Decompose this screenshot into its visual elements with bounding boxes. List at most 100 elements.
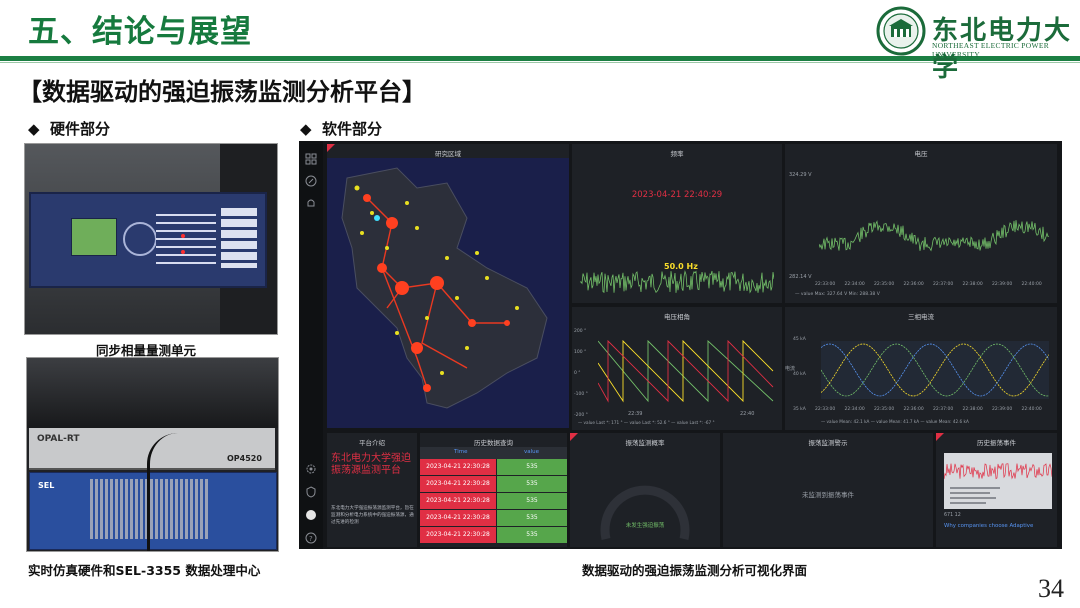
software-label: 软件部分 (322, 120, 383, 138)
cell-value: 535 (497, 493, 567, 509)
voltage-x-axis: 22:33:00 22:34:00 22:35:00 22:36:00 22:37:00… (815, 282, 1051, 290)
gauge-status-text: 未发生强迫振荡 (625, 523, 665, 529)
phase-angle-panel: 电压相角 200 ° 100 ° 0 ° -100 ° -200 ° 22:39 22:… (572, 307, 782, 430)
phase-x-tick: 22:40 (740, 411, 755, 417)
apps-icon[interactable] (305, 153, 317, 165)
axis-tick-label: 22:34:00 (844, 407, 865, 412)
event-link[interactable]: Why companies choose Adaptive (944, 523, 1033, 529)
event-thumbnail[interactable] (944, 453, 1052, 509)
axis-tick-label: 22:37:00 (933, 282, 954, 287)
axis-tick-label: 22:39:00 (992, 407, 1013, 412)
frequency-timestamp: 2023-04-21 22:40:29 (631, 190, 723, 200)
help-icon[interactable]: ? (305, 532, 317, 544)
pmu-led-red (181, 250, 185, 254)
voltage-y-top: 324.29 V (789, 172, 812, 178)
current-panel-title: 三相电流 (908, 313, 934, 321)
current-x-axis: 22:33:00 22:34:00 22:35:00 22:36:00 22:37:00… (815, 407, 1051, 415)
table-row[interactable]: 2023-04-21 22:30:28 535 (420, 527, 567, 544)
pmu-photo (24, 143, 278, 335)
svg-text:?: ? (309, 535, 313, 543)
axis-tick-label: 22:38:00 (962, 407, 983, 412)
compass-icon[interactable] (305, 175, 317, 187)
current-y-label: 电流 (785, 366, 796, 372)
history-panel-title: 历史数据查询 (474, 439, 513, 447)
bullet-icon: ◆ (300, 120, 312, 138)
alarm-panel-title: 振荡监测警示 (808, 439, 848, 447)
frequency-panel: 频率 2023-04-21 22:40:29 50.0 Hz (572, 144, 782, 303)
axis-tick-label: 22:40:00 (1021, 407, 1042, 412)
history-table-header: Time value (420, 447, 567, 459)
cell-time: 2023-04-21 22:30:28 (420, 527, 496, 543)
dashboard-caption: 数据驱动的强迫振荡监测分析可视化界面 (582, 563, 808, 578)
university-name-en: NORTHEAST ELECTRIC POWER UNIVERSITY (932, 41, 1050, 59)
voltage-legend: — value Max: 327.64 V Min: 288.38 V (795, 292, 880, 297)
axis-tick-label: -100 ° (574, 392, 588, 397)
cell-time: 2023-04-21 22:30:28 (420, 510, 496, 526)
probability-panel: 振荡监测概率 未发生强迫振荡 (570, 433, 720, 547)
axis-tick-label: 22:35:00 (874, 282, 895, 287)
voltage-panel-title: 电压 (914, 150, 928, 158)
pmu-buttons (221, 208, 257, 268)
cell-time: 2023-04-21 22:30:28 (420, 459, 496, 475)
cell-value: 535 (497, 510, 567, 526)
event-panel: 历史振荡事件 671 12 Why companies choose Adapt… (936, 433, 1057, 547)
alert-corner-marker (936, 433, 944, 441)
opal-rt-brand: OPAL-RT (37, 434, 80, 444)
cell-value: 535 (497, 476, 567, 492)
cell-value: 535 (497, 527, 567, 543)
cell-time: 2023-04-21 22:30:28 (420, 476, 496, 492)
history-panel: 历史数据查询 Time value 2023-04-21 22:30:28 53… (420, 433, 567, 547)
frequency-panel-title: 频率 (670, 150, 684, 158)
axis-tick-label: 45 kA (793, 337, 806, 342)
axis-tick-label: 35 kA (793, 407, 806, 412)
shield-icon[interactable] (305, 486, 317, 498)
alert-corner-marker (570, 433, 578, 441)
gear-icon[interactable] (305, 463, 317, 475)
alarm-message: 未监测到振荡事件 (802, 491, 854, 499)
phase-legend: — value Last *: 171 ° — value Last *: 52… (578, 420, 715, 425)
axis-tick-label: 0 ° (574, 371, 581, 376)
hardware-caption: 实时仿真硬件和SEL-3355 数据处理中心 (28, 563, 261, 578)
table-row[interactable]: 2023-04-21 22:30:28 535 (420, 459, 567, 476)
voltage-trace (819, 220, 1049, 252)
axis-tick-label: 22:33:00 (815, 282, 836, 287)
phase-x-tick: 22:39 (628, 411, 643, 417)
map-panel: 研究区域 (327, 144, 569, 428)
table-row[interactable]: 2023-04-21 22:30:28 535 (420, 493, 567, 510)
axis-tick-label: 22:36:00 (903, 407, 924, 412)
history-table-body: 2023-04-21 22:30:28 535 2023-04-21 22:30… (420, 459, 567, 547)
opal-rt-model: OP4520 (227, 454, 262, 463)
intro-heading: 东北电力大学强迫振荡源监测平台 (331, 453, 411, 476)
phase-y-axis: 200 ° 100 ° 0 ° -100 ° -200 ° (574, 329, 596, 418)
alarm-panel: 振荡监测警示 未监测到振荡事件 (723, 433, 933, 547)
intro-body: 东北电力大学强迫振荡源监测平台，旨在监测和分析电力系统中的强迫振荡源，通过先进的… (331, 506, 414, 525)
cell-value: 535 (497, 459, 567, 475)
axis-tick-label: 22:39:00 (992, 282, 1013, 287)
event-panel-title: 历史振荡事件 (977, 439, 1016, 447)
user-icon[interactable] (305, 509, 317, 521)
frequency-trace (580, 269, 774, 294)
axis-tick-label: -200 ° (574, 413, 588, 418)
dashboard-screenshot: ? 研究区域 频率 2023-04-21 22:40:29 50.0 Hz 电压… (299, 141, 1062, 549)
axis-tick-label: 22:34:00 (844, 282, 865, 287)
current-trace (821, 341, 1049, 399)
column-value: value (524, 449, 540, 455)
page-number: 34 (1038, 574, 1064, 603)
alert-corner-marker (327, 144, 335, 152)
hardware-section-label: ◆ 硬件部分 (28, 118, 110, 139)
sel-brand: SEL (38, 481, 55, 490)
axis-tick-label: 22:38:00 (962, 282, 983, 287)
bullet-icon: ◆ (28, 120, 40, 138)
table-row[interactable]: 2023-04-21 22:30:28 535 (420, 476, 567, 493)
pmu-leds (156, 208, 216, 268)
region-map[interactable] (327, 158, 569, 428)
column-time: Time (454, 449, 468, 455)
axis-tick-label: 200 ° (574, 329, 587, 334)
current-panel: 三相电流 45 kA 40 kA 35 kA 电流 22:33:00 22:34:00… (785, 307, 1057, 430)
bell-icon[interactable] (305, 197, 317, 209)
axis-tick-label: 22:33:00 (815, 407, 836, 412)
table-row[interactable]: 2023-04-21 22:30:28 535 (420, 510, 567, 527)
sidebar: ? (299, 141, 323, 549)
axis-tick-label: 22:35:00 (874, 407, 895, 412)
pmu-keypad (123, 222, 157, 256)
